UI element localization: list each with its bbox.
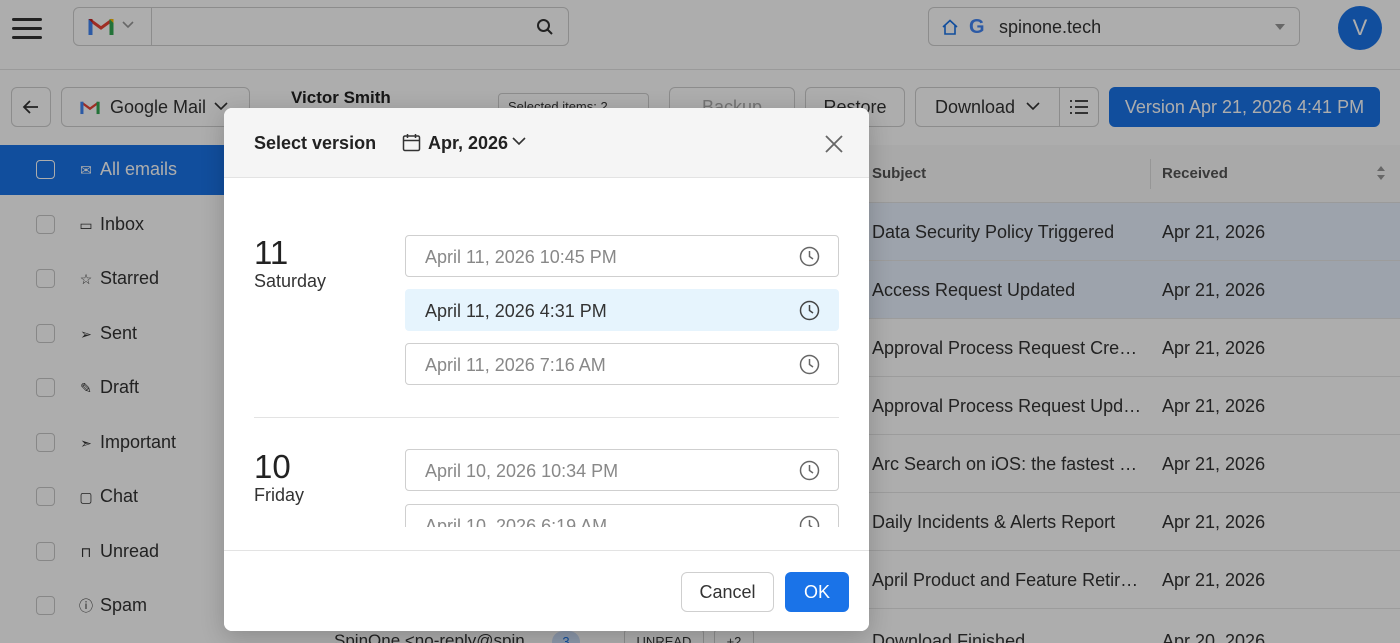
clock-icon: [799, 246, 820, 267]
version-time: April 10, 2026 6:19 AM: [425, 516, 608, 527]
clock-icon: [799, 460, 820, 481]
version-slot[interactable]: April 11, 2026 7:16 AM: [405, 343, 839, 385]
cancel-button[interactable]: Cancel: [681, 572, 774, 612]
day-divider: [254, 417, 839, 418]
version-list[interactable]: 11 Saturday April 11, 2026 10:45 PM Apri…: [224, 179, 869, 527]
close-icon[interactable]: [822, 132, 846, 156]
version-slot[interactable]: April 11, 2026 10:45 PM: [405, 235, 839, 277]
month-label: Apr, 2026: [428, 133, 509, 153]
version-time: April 10, 2026 10:34 PM: [425, 461, 619, 481]
version-time: April 11, 2026 4:31 PM: [425, 301, 607, 321]
version-slot[interactable]: April 10, 2026 10:34 PM: [405, 449, 839, 491]
day-number: 10: [254, 448, 291, 485]
version-slot-selected[interactable]: April 11, 2026 4:31 PM: [405, 289, 839, 331]
day-weekday: Friday: [254, 485, 305, 505]
clock-icon: [799, 354, 820, 375]
dialog-footer: Cancel OK: [224, 550, 869, 631]
dialog-title: Select version: [254, 133, 377, 153]
day-weekday: Saturday: [254, 271, 327, 291]
dialog-header: Select version Apr, 2026: [224, 108, 869, 178]
version-slot[interactable]: April 10, 2026 6:19 AM: [405, 504, 839, 527]
version-time: April 11, 2026 10:45 PM: [425, 247, 617, 267]
calendar-icon: [402, 134, 421, 152]
chevron-down-icon: [512, 137, 526, 146]
clock-icon: [799, 300, 820, 321]
ok-button[interactable]: OK: [785, 572, 849, 612]
select-version-dialog: Select version Apr, 2026 11 Saturday Apr…: [224, 108, 869, 631]
clock-icon: [799, 515, 820, 527]
day-number: 11: [254, 234, 289, 271]
version-time: April 11, 2026 7:16 AM: [425, 355, 606, 375]
